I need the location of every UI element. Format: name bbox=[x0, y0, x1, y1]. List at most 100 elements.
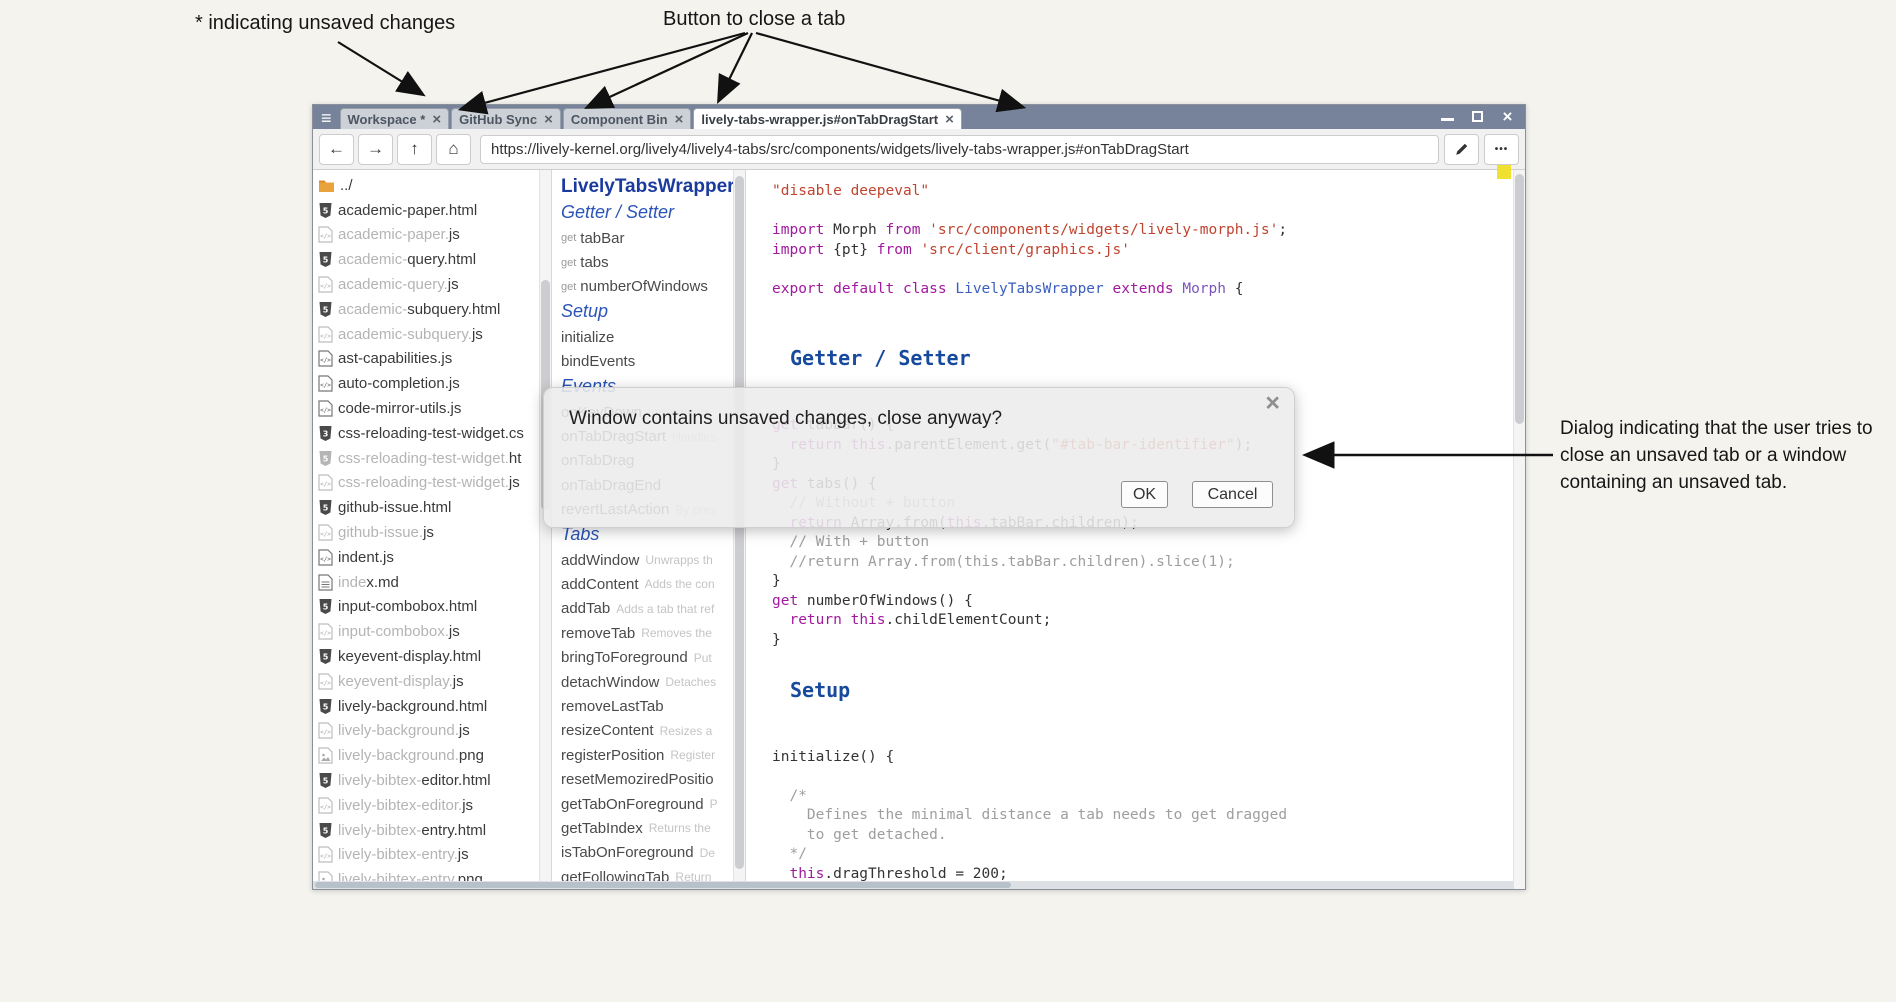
js-icon: </> bbox=[318, 400, 333, 417]
tab-close-button[interactable]: × bbox=[432, 112, 441, 127]
file-list-item[interactable]: </>academic-query.js bbox=[318, 272, 539, 297]
file-list-item[interactable]: </>indent.js bbox=[318, 545, 539, 570]
js-icon: </> bbox=[318, 846, 333, 863]
file-name-muted: input-combobox. bbox=[338, 623, 449, 640]
method-item[interactable]: resizeContentResizes a bbox=[561, 719, 733, 743]
file-name: js bbox=[472, 326, 483, 343]
method-item[interactable]: bindEvents bbox=[561, 350, 733, 374]
tab-1[interactable]: Workspace * × bbox=[340, 108, 450, 129]
file-list-item[interactable]: 5academic-paper.html bbox=[318, 198, 539, 223]
file-list-item[interactable]: lively-background.png bbox=[318, 743, 539, 768]
file-list-item[interactable]: ../ bbox=[318, 173, 539, 198]
scrollbar-thumb[interactable] bbox=[315, 882, 1011, 888]
file-list-item[interactable]: </>input-combobox.js bbox=[318, 619, 539, 644]
file-list-item[interactable]: </>lively-bibtex-editor.js bbox=[318, 793, 539, 818]
url-input[interactable] bbox=[480, 135, 1439, 164]
method-item[interactable]: getTabIndexReturns the bbox=[561, 816, 733, 840]
maximize-button[interactable] bbox=[1470, 109, 1485, 124]
file-name: png bbox=[459, 747, 484, 764]
file-list-item[interactable]: 5academic-query.html bbox=[318, 247, 539, 272]
outline-section-header[interactable]: Getter / Setter bbox=[561, 202, 733, 223]
file-name-muted: lively-bibtex- bbox=[338, 822, 421, 839]
bookmark-marker[interactable] bbox=[1497, 165, 1511, 179]
svg-text:</>: </> bbox=[320, 531, 331, 538]
file-list-item[interactable]: 5lively-bibtex-entry.html bbox=[318, 818, 539, 843]
tab-close-button[interactable]: × bbox=[675, 112, 684, 127]
file-list-item[interactable]: 5lively-bibtex-editor.html bbox=[318, 768, 539, 793]
file-list-item[interactable]: 5academic-subquery.html bbox=[318, 297, 539, 322]
method-item[interactable]: removeLastTab bbox=[561, 694, 733, 718]
method-name: addContent bbox=[561, 576, 639, 593]
scrollbar-thumb[interactable] bbox=[1515, 174, 1524, 424]
js-icon: </> bbox=[318, 623, 333, 640]
method-item[interactable]: bringToForegroundPut bbox=[561, 645, 733, 669]
outline-scrollbar[interactable] bbox=[733, 170, 745, 889]
home-button[interactable]: ⌂ bbox=[436, 134, 471, 165]
tab-close-button[interactable]: × bbox=[544, 112, 553, 127]
method-item[interactable]: addContentAdds the con bbox=[561, 572, 733, 596]
file-list-item[interactable]: </>ast-capabilities.js bbox=[318, 347, 539, 372]
more-button[interactable]: ••• bbox=[1484, 134, 1519, 165]
file-name: github-issue.html bbox=[338, 499, 451, 516]
minimize-button[interactable] bbox=[1440, 109, 1455, 124]
tab-close-button[interactable]: × bbox=[945, 112, 954, 127]
method-item[interactable]: gettabBar bbox=[561, 226, 733, 250]
file-name: keyevent-display.html bbox=[338, 648, 481, 665]
file-list-item[interactable]: </>github-issue.js bbox=[318, 520, 539, 545]
file-list-item[interactable]: 5lively-background.html bbox=[318, 694, 539, 719]
method-item[interactable]: addWindowUnwrapps th bbox=[561, 548, 733, 572]
code-editor[interactable]: "disable deepeval" import Morph from 'sr… bbox=[745, 170, 1513, 889]
window-close-button[interactable]: × bbox=[1500, 109, 1515, 124]
svg-text:</>: </> bbox=[320, 357, 331, 364]
tab-2[interactable]: GitHub Sync× bbox=[451, 108, 561, 129]
file-list-item[interactable]: </>academic-subquery.js bbox=[318, 322, 539, 347]
code-line bbox=[772, 319, 1513, 339]
file-name: editor.html bbox=[421, 772, 490, 789]
file-list-scrollbar[interactable] bbox=[539, 170, 551, 889]
svg-text:</>: </> bbox=[320, 283, 331, 290]
file-list-item[interactable]: 5keyevent-display.html bbox=[318, 644, 539, 669]
code-scrollbar[interactable] bbox=[1513, 170, 1525, 889]
method-item[interactable]: resetMemoziredPositio bbox=[561, 767, 733, 791]
method-item[interactable]: addTabAdds a tab that ref bbox=[561, 597, 733, 621]
method-item[interactable]: registerPositionRegister bbox=[561, 743, 733, 767]
ok-button[interactable]: OK bbox=[1121, 481, 1168, 508]
method-item[interactable]: getTabOnForegroundP bbox=[561, 792, 733, 816]
up-button[interactable]: ↑ bbox=[397, 134, 432, 165]
file-list-item[interactable]: 5github-issue.html bbox=[318, 495, 539, 520]
file-list-item[interactable]: </>lively-bibtex-entry.js bbox=[318, 843, 539, 868]
forward-button[interactable]: → bbox=[358, 134, 393, 165]
file-name: js bbox=[458, 846, 469, 863]
method-item[interactable]: initialize bbox=[561, 325, 733, 349]
file-list-item[interactable]: 5input-combobox.html bbox=[318, 595, 539, 620]
method-item[interactable]: detachWindowDetaches bbox=[561, 670, 733, 694]
file-list-item[interactable]: </>academic-paper.js bbox=[318, 223, 539, 248]
svg-text:</>: </> bbox=[320, 407, 331, 414]
tab-4[interactable]: lively-tabs-wrapper.js#onTabDragStart× bbox=[693, 108, 961, 129]
code-line bbox=[772, 709, 1513, 729]
dialog-close-icon[interactable]: × bbox=[1265, 389, 1280, 417]
file-list-item[interactable]: </>lively-background.js bbox=[318, 719, 539, 744]
title-bar[interactable]: ≡ Workspace *×GitHub Sync×Component Bin×… bbox=[313, 105, 1525, 129]
html-icon: 5 bbox=[318, 698, 333, 715]
method-item[interactable]: isTabOnForegroundDe bbox=[561, 841, 733, 865]
file-list-item[interactable]: </>keyevent-display.js bbox=[318, 669, 539, 694]
edit-button[interactable] bbox=[1444, 134, 1479, 165]
horizontal-scrollbar[interactable] bbox=[313, 881, 1513, 889]
back-button[interactable]: ← bbox=[319, 134, 354, 165]
method-item[interactable]: removeTabRemoves the bbox=[561, 621, 733, 645]
cancel-button[interactable]: Cancel bbox=[1192, 481, 1273, 508]
file-list-item[interactable]: index.md bbox=[318, 570, 539, 595]
code-line: get numberOfWindows() { bbox=[772, 592, 1513, 612]
outline-section-header[interactable]: Setup bbox=[561, 301, 733, 322]
file-list-item[interactable]: </>auto-completion.js bbox=[318, 371, 539, 396]
file-list-item[interactable]: </>css-reloading-test-widget.js bbox=[318, 471, 539, 496]
file-list-item[interactable]: 5css-reloading-test-widget.ht bbox=[318, 446, 539, 471]
method-item[interactable]: gettabs bbox=[561, 250, 733, 274]
tab-label: Workspace * bbox=[348, 112, 426, 127]
file-list-item[interactable]: </>code-mirror-utils.js bbox=[318, 396, 539, 421]
method-item[interactable]: getnumberOfWindows bbox=[561, 275, 733, 299]
tab-3[interactable]: Component Bin× bbox=[563, 108, 692, 129]
hamburger-menu-icon[interactable]: ≡ bbox=[321, 107, 332, 129]
file-list-item[interactable]: 3css-reloading-test-widget.cs bbox=[318, 421, 539, 446]
